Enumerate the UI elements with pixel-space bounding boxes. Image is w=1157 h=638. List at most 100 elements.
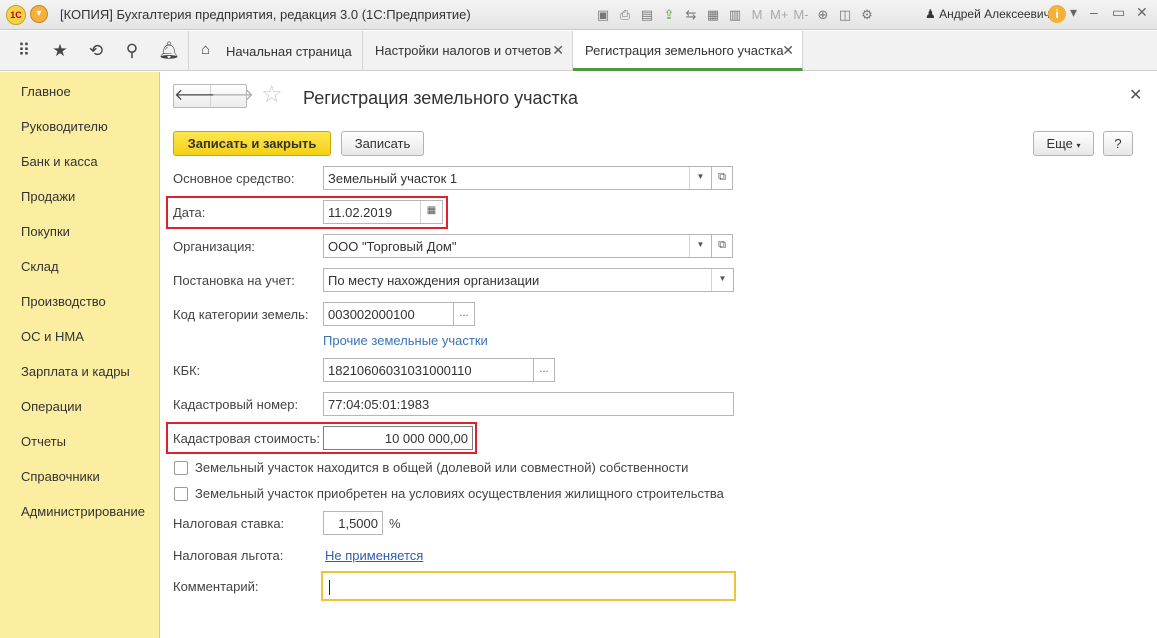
open-icon[interactable]: ⧉ [711,234,733,258]
housing-checkbox[interactable] [174,487,188,501]
select-button[interactable]: ... [453,302,475,326]
tax-benefit-link[interactable]: Не применяется [325,548,423,563]
upload-icon[interactable]: ⇪ [660,6,678,24]
org-value: ООО "Торговый Дом" [328,239,457,254]
panel-icon[interactable]: ◫ [836,6,854,24]
print-icon[interactable]: ⎙ [616,6,634,24]
cadastral-number-field[interactable]: 77:04:05:01:1983 [323,392,734,416]
notifications-bell-icon[interactable]: 🔔︎ [157,39,181,63]
sidebar-item-operations[interactable]: Операции [21,399,82,414]
tax-rate-label: Налоговая ставка: [173,516,285,531]
close-window-icon[interactable]: ✕ [1136,4,1148,21]
sidebar-item-purchases[interactable]: Покупки [21,224,70,239]
title-toolbar: ▣ ⎙ ▤ ⇪ ⇆ ▦ ▥ M M+ M- ⊕ ◫ ⚙ [594,6,876,24]
calculator-icon[interactable]: ▦ [704,6,722,24]
maximize-icon[interactable]: ▭ [1112,4,1125,21]
info-icon[interactable]: i [1048,5,1066,23]
date-label: Дата: [173,205,206,220]
housing-label[interactable]: Земельный участок приобретен на условиях… [195,486,724,501]
close-icon[interactable]: ✕ [782,42,794,59]
open-icon[interactable]: ⧉ [711,166,733,190]
memory-m-icon[interactable]: M [748,6,766,24]
calendar-icon[interactable]: ▦ [420,201,442,223]
tools-icon[interactable]: ⚙ [858,6,876,24]
registration-value: По месту нахождения организации [328,273,540,288]
section-bar: ⠿ ★ ⟲ ⚲ 🔔︎ ⌂ Начальная страница Настройк… [0,31,1157,71]
comment-field[interactable] [321,571,736,601]
kbk-field[interactable]: 18210606031031000110 [323,358,534,382]
zoom-icon[interactable]: ⊕ [814,6,832,24]
memory-plus-icon[interactable]: M+ [770,6,788,24]
tab-tax-settings[interactable]: Настройки налогов и отчетов ✕ [363,31,573,71]
sidebar-item-main[interactable]: Главное [21,84,71,99]
shared-ownership-label[interactable]: Земельный участок находится в общей (дол… [195,460,688,475]
chevron-down-icon[interactable]: ▼ [689,167,711,189]
calendar-icon[interactable]: ▥ [726,6,744,24]
save-button[interactable]: Записать [341,131,424,156]
history-icon[interactable]: ⟲ [84,39,108,63]
apps-grid-icon[interactable]: ⠿ [12,39,36,63]
sidebar-item-sales[interactable]: Продажи [21,189,75,204]
sidebar-item-bank[interactable]: Банк и касса [21,154,98,169]
tab-land-registration[interactable]: Регистрация земельного участка ✕ [573,31,803,71]
user-name[interactable]: ♟ Андрей Алексеевич [925,7,1050,21]
cadastral-value-label: Кадастровая стоимость: [173,431,320,446]
memory-minus-icon[interactable]: M- [792,6,810,24]
cadastral-value-field[interactable]: 10 000 000,00 [323,426,473,450]
sidebar-item-production[interactable]: Производство [21,294,106,309]
sidebar-item-salary[interactable]: Зарплата и кадры [21,364,130,379]
land-category-field[interactable]: 003002000100 [323,302,454,326]
more-button-label: Еще [1046,136,1073,151]
comment-label: Комментарий: [173,579,259,594]
select-button[interactable]: ... [533,358,555,382]
preview-icon[interactable]: ▤ [638,6,656,24]
sidebar-item-admin[interactable]: Администрирование [21,504,145,519]
sidebar-item-directories[interactable]: Справочники [21,469,100,484]
tab-home[interactable]: ⌂ Начальная страница [188,31,363,71]
chevron-down-icon[interactable]: ▼ [711,269,733,291]
tax-rate-field[interactable]: 1,5000 [323,511,383,535]
title-bar: 1С ▾ [КОПИЯ] Бухгалтерия предприятия, ре… [0,0,1157,30]
land-category-label: Код категории земель: [173,307,309,322]
asset-field[interactable]: Земельный участок 1 ▼ [323,166,712,190]
asset-value: Земельный участок 1 [328,171,458,186]
org-field[interactable]: ООО "Торговый Дом" ▼ [323,234,712,258]
tab-home-label: Начальная страница [226,44,352,59]
back-arrow-icon[interactable]: 🡐 [174,85,217,107]
compare-icon[interactable]: ⇆ [682,6,700,24]
forward-arrow-icon[interactable]: 🡒 [211,85,254,107]
more-button[interactable]: Еще ▾ [1033,131,1094,156]
shared-ownership-checkbox[interactable] [174,461,188,475]
registration-label: Постановка на учет: [173,273,295,288]
sidebar-item-manager[interactable]: Руководителю [21,119,108,134]
chevron-down-icon[interactable]: ▾ [1070,4,1077,21]
nav-buttons: 🡐 🡒 [173,84,254,108]
kbk-value: 18210606031031000110 [328,363,472,378]
text-cursor [329,580,330,596]
sidebar-item-reports[interactable]: Отчеты [21,434,66,449]
org-label: Организация: [173,239,256,254]
app-logo-icon[interactable]: 1С [6,5,26,25]
save-and-close-button[interactable]: Записать и закрыть [173,131,331,156]
search-icon[interactable]: ⚲ [120,39,144,63]
sidebar: Главное Руководителю Банк и касса Продаж… [0,72,160,638]
minimize-icon[interactable]: – [1090,4,1098,20]
help-button[interactable]: ? [1103,131,1133,156]
favorite-star-icon[interactable]: ☆ [261,82,283,108]
land-registration-form: 🡐 🡒 ☆ Регистрация земельного участка ✕ З… [161,72,1157,638]
asset-label: Основное средство: [173,171,295,186]
close-icon[interactable]: ✕ [1129,85,1142,105]
save-icon[interactable]: ▣ [594,6,612,24]
sidebar-item-warehouse[interactable]: Склад [21,259,59,274]
close-icon[interactable]: ✕ [552,42,564,59]
kbk-label: КБК: [173,363,201,378]
land-category-link[interactable]: Прочие земельные участки [323,333,488,348]
sidebar-item-assets[interactable]: ОС и НМА [21,329,84,344]
date-field[interactable]: 11.02.2019 ▦ [323,200,443,224]
main-menu-icon[interactable]: ▾ [30,5,48,23]
registration-select[interactable]: По месту нахождения организации ▼ [323,268,734,292]
chevron-down-icon[interactable]: ▼ [689,235,711,257]
favorites-star-icon[interactable]: ★ [48,39,72,63]
date-value: 11.02.2019 [328,205,393,220]
percent-unit: % [389,516,401,531]
